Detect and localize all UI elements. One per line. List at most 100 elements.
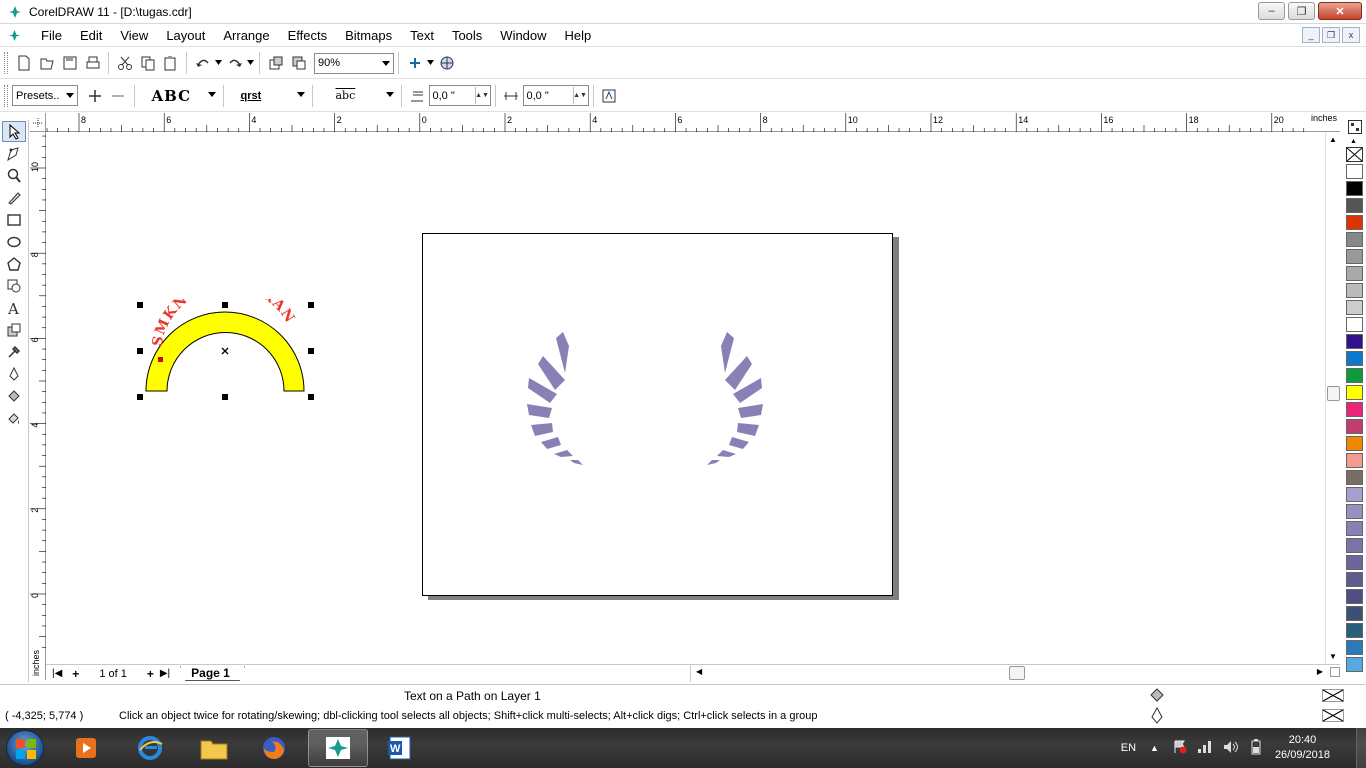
undo-dropdown-icon[interactable] <box>215 52 223 74</box>
page-tab-page-1[interactable]: Page 1 <box>180 666 245 681</box>
scrollbar-corner-icon[interactable] <box>1330 667 1340 677</box>
add-page-before-icon[interactable]: + <box>72 667 79 681</box>
color-swatch[interactable] <box>1346 521 1363 536</box>
pick-tool-icon[interactable] <box>2 121 26 142</box>
no-outline-swatch-icon[interactable] <box>1322 709 1344 725</box>
ellipse-tool-icon[interactable] <box>2 231 26 252</box>
menu-tools[interactable]: Tools <box>443 24 491 47</box>
arc-text-object[interactable]: SMKN 3 BUDURAN <box>134 299 324 409</box>
redo-icon[interactable] <box>224 52 246 74</box>
color-swatch[interactable] <box>1346 385 1363 400</box>
menu-view[interactable]: View <box>111 24 157 47</box>
interactive-blend-tool-icon[interactable] <box>2 319 26 340</box>
menu-effects[interactable]: Effects <box>279 24 337 47</box>
menu-layout[interactable]: Layout <box>157 24 214 47</box>
distance-from-path-input[interactable]: 0,0 " ▲▼ <box>428 85 491 106</box>
show-hidden-icons-icon[interactable]: ▲ <box>1150 743 1159 753</box>
drawing-canvas[interactable]: SMKN 3 BUDURAN <box>47 133 1340 665</box>
outline-indicator-icon[interactable] <box>1150 706 1164 728</box>
new-document-icon[interactable] <box>13 52 35 74</box>
color-swatch[interactable] <box>1346 470 1363 485</box>
battery-icon[interactable] <box>1249 738 1263 758</box>
vertical-scroll-thumb[interactable] <box>1327 386 1340 401</box>
polygon-tool-icon[interactable] <box>2 253 26 274</box>
color-swatch[interactable] <box>1346 198 1363 213</box>
menu-window[interactable]: Window <box>491 24 555 47</box>
shape-tool-icon[interactable] <box>2 143 26 164</box>
rotation-center-icon[interactable] <box>221 347 229 355</box>
menu-text[interactable]: Text <box>401 24 443 47</box>
left-wing[interactable] <box>527 332 583 465</box>
color-swatch[interactable] <box>1346 555 1363 570</box>
menu-file[interactable]: File <box>32 24 71 47</box>
color-swatch[interactable] <box>1346 623 1363 638</box>
vertical-placement-combo[interactable]: qrst <box>227 85 308 106</box>
scroll-down-arrow-icon[interactable]: ▼ <box>1329 652 1337 661</box>
close-button[interactable]: ✕ <box>1318 2 1362 20</box>
print-icon[interactable] <box>82 52 104 74</box>
doc-restore-button[interactable]: ❐ <box>1322 27 1340 43</box>
coreldraw-taskbar-icon[interactable] <box>308 729 368 767</box>
open-icon[interactable] <box>36 52 58 74</box>
palette-scroll-up-icon[interactable]: ▲ <box>1350 138 1366 147</box>
word-taskbar-icon[interactable]: W <box>370 729 430 767</box>
scroll-right-arrow-icon[interactable]: ▶ <box>1317 667 1323 676</box>
corel-online-icon[interactable] <box>436 52 458 74</box>
no-color-swatch[interactable] <box>1346 147 1363 162</box>
horizontal-offset-input[interactable]: 0,0 " ▲▼ <box>522 85 589 106</box>
copy-icon[interactable] <box>137 52 159 74</box>
color-swatch[interactable] <box>1346 419 1363 434</box>
color-swatch[interactable] <box>1346 368 1363 383</box>
scroll-left-arrow-icon[interactable]: ◀ <box>696 667 702 676</box>
horizontal-scrollbar[interactable]: ◀ ▶ <box>690 665 1326 682</box>
color-swatch[interactable] <box>1346 232 1363 247</box>
color-swatch[interactable] <box>1346 606 1363 621</box>
clock-time[interactable]: 20:40 <box>1289 733 1317 748</box>
add-page-after-icon[interactable]: + <box>147 667 154 681</box>
color-swatch[interactable] <box>1346 215 1363 230</box>
action-center-flag-icon[interactable] <box>1173 740 1187 757</box>
text-tool-icon[interactable]: A <box>2 297 26 318</box>
vertical-ruler[interactable]: 10 8 6 4 2 0 inches <box>30 132 46 680</box>
color-swatch[interactable] <box>1346 572 1363 587</box>
document-icon[interactable] <box>8 29 22 42</box>
mirror-text-icon[interactable] <box>598 85 620 107</box>
media-player-taskbar-icon[interactable] <box>56 729 116 767</box>
color-swatch[interactable] <box>1346 453 1363 468</box>
color-swatch[interactable] <box>1346 487 1363 502</box>
freehand-tool-icon[interactable] <box>2 187 26 208</box>
file-explorer-taskbar-icon[interactable] <box>184 729 244 767</box>
color-swatch[interactable] <box>1346 249 1363 264</box>
palette-flyout-icon[interactable] <box>1348 120 1362 134</box>
volume-icon[interactable] <box>1223 740 1239 757</box>
text-start-marker[interactable] <box>158 357 163 362</box>
ruler-origin-corner[interactable] <box>30 113 46 132</box>
fill-indicator-icon[interactable] <box>1148 687 1166 706</box>
add-preset-icon[interactable] <box>84 85 106 107</box>
color-swatch[interactable] <box>1346 504 1363 519</box>
right-wing[interactable] <box>707 332 763 465</box>
color-swatch[interactable] <box>1346 640 1363 655</box>
fill-tool-icon[interactable] <box>2 385 26 406</box>
redo-dropdown-icon[interactable] <box>247 52 255 74</box>
color-swatch[interactable] <box>1346 351 1363 366</box>
launcher-dropdown-icon[interactable] <box>427 52 435 74</box>
firefox-taskbar-icon[interactable] <box>244 729 304 767</box>
last-page-icon[interactable]: ▶| <box>160 668 170 679</box>
doc-minimize-button[interactable]: _ <box>1302 27 1320 43</box>
color-swatch[interactable] <box>1346 538 1363 553</box>
color-swatch[interactable] <box>1346 436 1363 451</box>
maximize-button[interactable]: ❐ <box>1288 2 1315 20</box>
color-swatch[interactable] <box>1346 283 1363 298</box>
remove-preset-icon[interactable] <box>107 85 129 107</box>
color-swatch[interactable] <box>1346 181 1363 196</box>
color-swatch[interactable] <box>1346 300 1363 315</box>
menu-edit[interactable]: Edit <box>71 24 111 47</box>
vertical-scrollbar[interactable]: ▲ ▼ <box>1325 133 1341 665</box>
color-swatch[interactable] <box>1346 317 1363 332</box>
property-bar-grip[interactable] <box>4 84 8 107</box>
application-launcher-icon[interactable] <box>404 52 426 74</box>
cut-icon[interactable] <box>114 52 136 74</box>
color-swatch[interactable] <box>1346 266 1363 281</box>
color-swatch[interactable] <box>1346 164 1363 179</box>
